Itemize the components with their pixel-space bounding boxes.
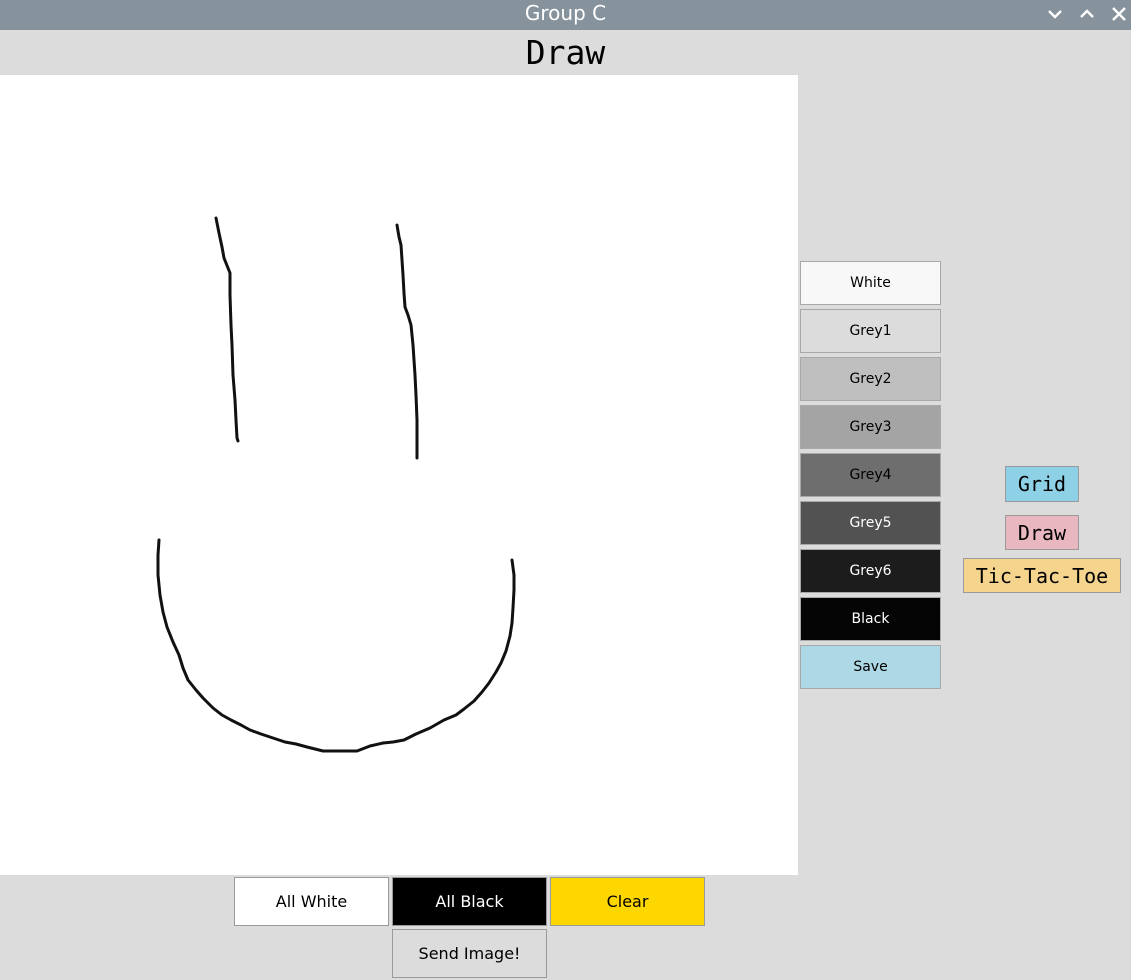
all-white-button[interactable]: All White (234, 877, 389, 926)
stroke-mouth (156, 538, 516, 753)
color-grey4-button[interactable]: Grey4 (800, 453, 941, 497)
color-grey2-button[interactable]: Grey2 (800, 357, 941, 401)
clear-label: Clear (606, 892, 649, 911)
drawing-canvas[interactable] (0, 75, 798, 875)
color-grey3-label: Grey3 (849, 419, 892, 435)
grid-mode-label: Grid (1017, 472, 1067, 496)
color-grey1-label: Grey1 (849, 323, 892, 339)
tictactoe-mode-button[interactable]: Tic-Tac-Toe (963, 558, 1121, 593)
color-grey5-button[interactable]: Grey5 (800, 501, 941, 545)
color-grey3-button[interactable]: Grey3 (800, 405, 941, 449)
chevron-down-icon[interactable] (1043, 3, 1067, 25)
color-grey2-label: Grey2 (849, 371, 892, 387)
save-button[interactable]: Save (800, 645, 941, 689)
color-grey4-label: Grey4 (849, 467, 892, 483)
draw-mode-button[interactable]: Draw (1005, 515, 1079, 550)
color-grey5-label: Grey5 (849, 515, 892, 531)
color-black-label: Black (851, 611, 890, 627)
grid-mode-button[interactable]: Grid (1005, 466, 1079, 502)
close-icon[interactable] (1107, 3, 1131, 25)
send-image-button[interactable]: Send Image! (392, 929, 547, 978)
color-grey6-label: Grey6 (849, 563, 892, 579)
clear-button[interactable]: Clear (550, 877, 705, 926)
color-grey1-button[interactable]: Grey1 (800, 309, 941, 353)
color-black-button[interactable]: Black (800, 597, 941, 641)
send-image-label: Send Image! (418, 944, 521, 963)
chevron-up-icon[interactable] (1075, 3, 1099, 25)
color-white-button[interactable]: White (800, 261, 941, 305)
all-white-label: All White (275, 892, 348, 911)
color-grey6-button[interactable]: Grey6 (800, 549, 941, 593)
title-bar: Group C (0, 0, 1131, 30)
color-white-label: White (850, 275, 891, 291)
all-black-button[interactable]: All Black (392, 877, 547, 926)
window-title: Group C (524, 1, 607, 25)
all-black-label: All Black (435, 892, 504, 911)
draw-mode-label: Draw (1017, 520, 1067, 545)
stroke-right-eye (395, 223, 419, 460)
save-label: Save (853, 659, 888, 675)
page-title: Draw (525, 33, 606, 72)
drawing-strokes (156, 216, 516, 753)
stroke-left-eye (214, 216, 240, 443)
tictactoe-mode-label: Tic-Tac-Toe (975, 563, 1109, 588)
